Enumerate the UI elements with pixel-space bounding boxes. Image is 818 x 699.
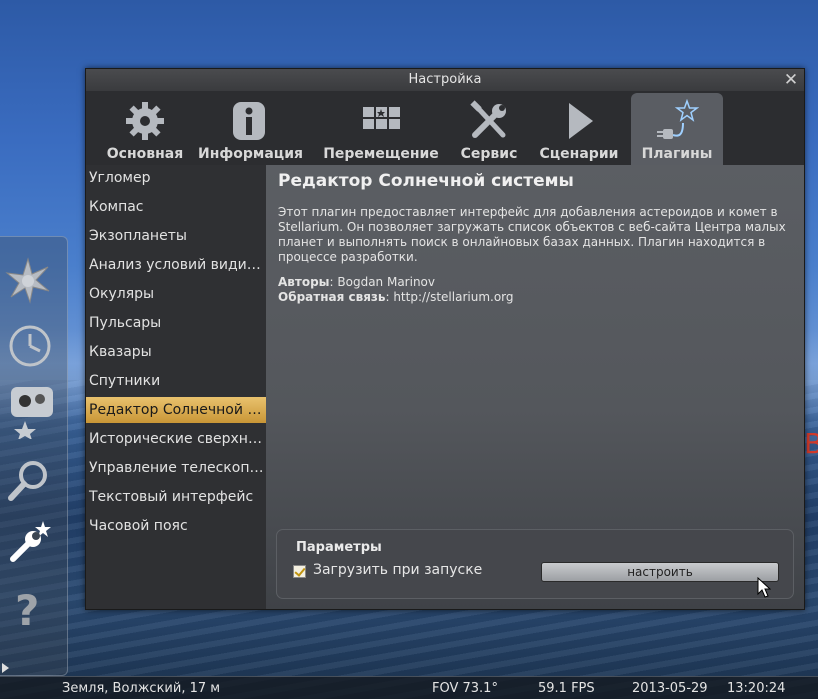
plugin-list: Угломер Компас Экзопланеты Анализ услови… [86,165,266,609]
tab-label: Сервис [460,146,518,162]
navigation-icon [359,99,403,143]
plugin-icon [655,98,700,143]
plugin-feedback: Обратная связь: http://stellarium.org [278,290,514,304]
info-icon [227,99,271,143]
expand-arrow-icon[interactable] [2,663,9,673]
sky-label-letter: В [804,427,818,460]
list-item[interactable]: Текстовый интерфейс [86,484,266,510]
tab-label: Сценарии [539,146,619,162]
authors-value: Bogdan Marinov [337,275,435,289]
svg-text:?: ? [15,586,39,633]
load-at-startup-label[interactable]: Загрузить при запуске [313,562,482,578]
date-text: 2013-05-29 [632,681,708,696]
configure-button[interactable]: настроить [541,562,779,582]
plugin-authors: Авторы: Bogdan Marinov [278,275,435,289]
sky-view-icon[interactable] [3,385,53,440]
tab-scripts[interactable]: Сценарии [532,93,626,165]
list-item[interactable]: Угломер [86,165,266,191]
status-bar: Земля, Волжский, 17 м FOV 73.1° 59.1 FPS… [0,676,818,699]
mouse-cursor-icon [757,577,771,598]
tab-label: Перемещение [323,146,439,162]
fov-text: FOV 73.1° [432,681,498,696]
plugin-title: Редактор Солнечной системы [278,171,574,191]
tab-service[interactable]: Сервис [456,93,522,165]
tab-label: Информация [198,146,303,162]
location-text: Земля, Волжский, 17 м [62,681,221,696]
list-item[interactable]: Спутники [86,368,266,394]
list-item[interactable]: Пульсары [86,310,266,336]
sky-culture-icon[interactable] [3,255,53,305]
config-wrench-icon[interactable] [3,519,53,569]
feedback-value: http://stellarium.org [393,290,514,304]
list-item[interactable]: Управление телескопом [86,455,266,481]
configuration-dialog: Настройка ✕ Основная Информация Перемеще… [85,68,805,610]
left-toolbar: ? [0,236,68,676]
help-icon[interactable]: ? [3,583,53,635]
clock-icon[interactable] [3,321,53,371]
tab-information[interactable]: Информация [198,93,303,165]
list-item[interactable]: Окуляры [86,281,266,307]
list-item[interactable]: Исторические сверхновые [86,426,266,452]
tab-label: Основная [106,146,184,162]
tab-navigation[interactable]: Перемещение [318,93,444,165]
feedback-label: Обратная связь [278,290,386,304]
plugin-details: Редактор Солнечной системы Этот плагин п… [266,165,804,609]
list-item[interactable]: Компас [86,194,266,220]
list-item-selected[interactable]: Редактор Солнечной системы [86,397,266,423]
tab-plugins[interactable]: Плагины [631,93,723,165]
tab-bar: Основная Информация Перемещение Сервис С… [86,91,804,165]
load-at-startup-checkbox[interactable] [293,565,306,578]
dialog-titlebar[interactable]: Настройка [86,69,804,91]
list-item[interactable]: Часовой пояс [86,513,266,539]
plugin-description: Этот плагин предоставляет интерфейс для … [278,205,786,264]
parameters-group: Параметры Загрузить при запуске настроит… [276,529,794,599]
gear-icon [123,99,167,143]
close-icon[interactable]: ✕ [782,71,800,89]
authors-label: Авторы [278,275,330,289]
search-icon[interactable] [3,455,53,505]
list-item[interactable]: Анализ условий видимости [86,252,266,278]
fps-text: 59.1 FPS [538,681,595,696]
play-icon [557,99,601,143]
list-item[interactable]: Экзопланеты [86,223,266,249]
parameters-title: Параметры [296,540,382,555]
time-text: 13:20:24 [727,681,786,696]
tools-icon [467,99,511,143]
list-item[interactable]: Квазары [86,339,266,365]
dialog-title: Настройка [408,72,482,87]
tab-label: Плагины [641,146,713,162]
tab-main[interactable]: Основная [92,93,198,165]
